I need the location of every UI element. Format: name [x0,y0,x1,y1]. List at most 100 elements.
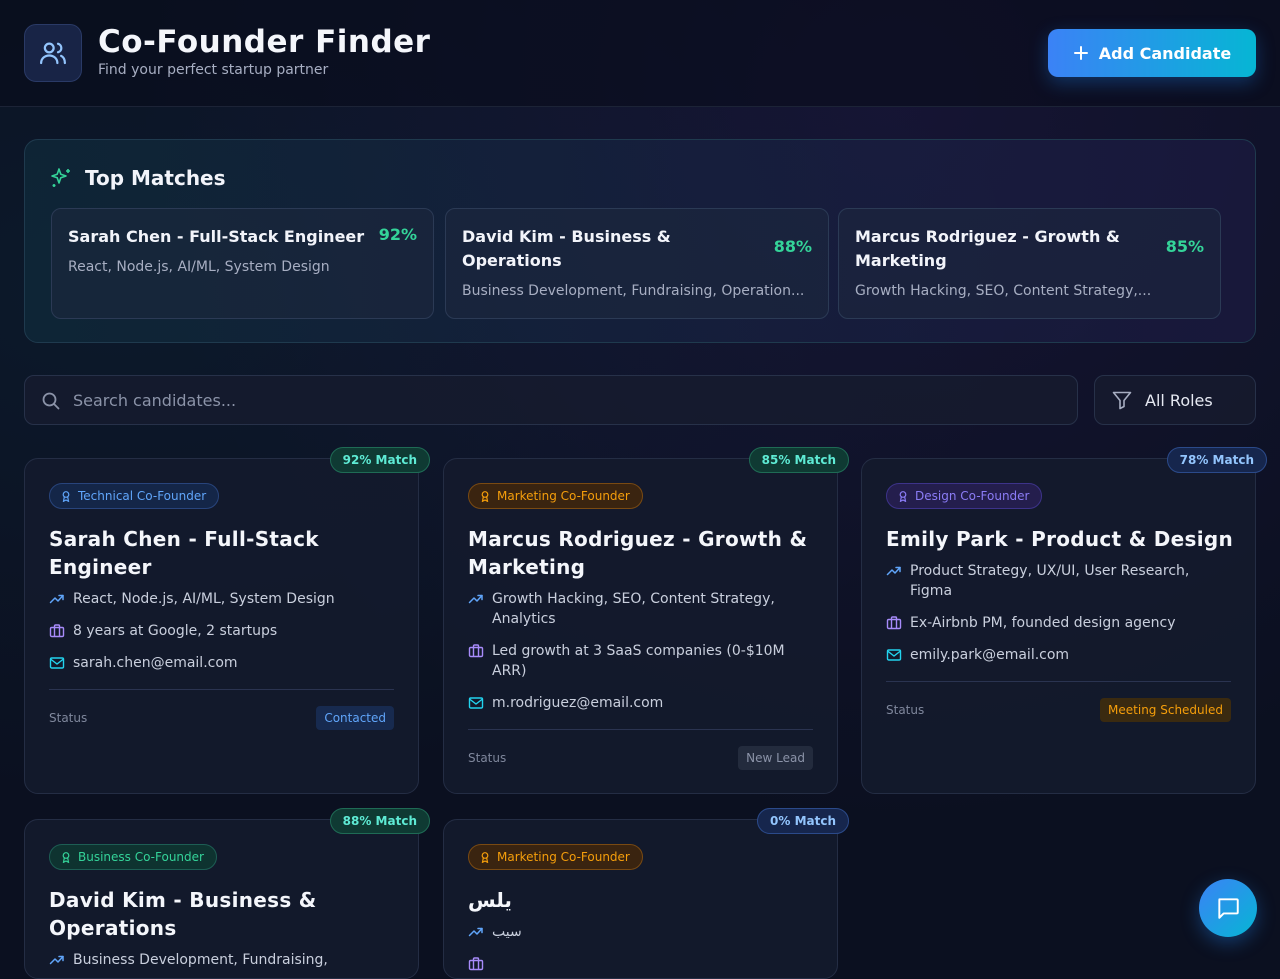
status-badge[interactable]: New Lead [738,746,813,770]
role-badge: Business Co-Founder [49,844,217,870]
candidate-card[interactable]: 92% Match Technical Co-Founder Sarah Che… [24,447,430,794]
award-icon [481,491,489,502]
top-match-percent: 85% [1165,237,1204,256]
skills-row: React, Node.js, AI/ML, System Design [49,589,394,609]
candidate-name: Emily Park - Product & Design [886,527,1234,551]
app-title: Co-Founder Finder [98,24,431,60]
top-match-card[interactable]: Marcus Rodriguez - Growth & Marketing 85… [838,208,1221,319]
divider [49,689,394,690]
award-icon [62,491,70,502]
add-candidate-button[interactable]: Add Candidate [1048,29,1256,77]
match-badge: 88% Match [329,808,430,834]
candidate-card[interactable]: 78% Match Design Co-Founder Emily Park -… [861,447,1267,794]
briefcase-icon [49,624,65,638]
status-badge[interactable]: Meeting Scheduled [1100,698,1231,722]
role-filter-select[interactable]: All Roles [1094,375,1256,425]
filter-icon [1112,391,1132,410]
briefcase-icon [886,616,902,630]
skills-row: Growth Hacking, SEO, Content Strategy, A… [468,589,813,629]
briefcase-icon [468,644,484,658]
candidate-card[interactable]: 0% Match Marketing Co-Founder يلس سيب [443,808,849,979]
users-icon [24,24,82,82]
experience-text: Led growth at 3 SaaS companies (0-$10M A… [492,643,785,679]
top-match-card[interactable]: Sarah Chen - Full-Stack Engineer 92% Rea… [51,208,434,319]
role-badge: Technical Co-Founder [49,483,220,509]
top-matches-title: Top Matches [85,166,226,190]
top-matches-panel: Top Matches Sarah Chen - Full-Stack Engi… [24,139,1256,343]
trending-up-icon [49,955,64,965]
experience-row: Led growth at 3 SaaS companies (0-$10M A… [468,641,813,681]
skills-row: سيب [468,922,813,942]
email-link[interactable]: emily.park@email.com [910,645,1069,665]
status-badge[interactable]: Contacted [316,706,394,730]
trending-up-icon [468,594,483,604]
top-match-skills: Business Development, Fundraising, Opera… [462,283,805,299]
search-input[interactable] [73,376,1053,424]
top-match-name: Marcus Rodriguez - Growth & Marketing [855,227,1120,270]
role-label: Design Co-Founder [915,489,1030,503]
candidate-card[interactable]: 88% Match Business Co-Founder David Kim … [24,808,430,979]
top-match-skills: Growth Hacking, SEO, Content Strategy,..… [855,283,1152,299]
experience-row [468,954,813,972]
skills-text: Business Development, Fundraising, [73,952,328,968]
trending-up-icon [468,927,483,937]
role-filter-label: All Roles [1145,390,1213,410]
role-badge: Marketing Co-Founder [468,844,643,870]
skills-text: Product Strategy, UX/UI, User Research, … [910,563,1190,599]
top-match-card[interactable]: David Kim - Business & Operations 88% Bu… [445,208,829,319]
skills-text: Growth Hacking, SEO, Content Strategy, A… [492,591,775,627]
match-badge: 92% Match [329,447,430,473]
top-match-percent: 88% [773,237,812,256]
experience-row: 8 years at Google, 2 startups [49,621,394,641]
candidate-name: Sarah Chen - Full-Stack Engineer [49,527,319,579]
app-subtitle: Find your perfect startup partner [98,62,329,78]
app-header: Co-Founder Finder Find your perfect star… [0,0,1280,107]
award-icon [899,491,907,502]
mail-icon [49,657,65,669]
top-match-name: Sarah Chen - Full-Stack Engineer [68,227,365,246]
experience-text: 8 years at Google, 2 startups [73,623,278,639]
skills-text: React, Node.js, AI/ML, System Design [73,591,335,607]
status-label: Status [468,751,507,765]
email-link[interactable]: m.rodriguez@email.com [492,693,663,713]
top-match-skills: React, Node.js, AI/ML, System Design [68,259,330,275]
message-square-icon [1218,898,1239,919]
status-label: Status [49,711,88,725]
email-row: emily.park@email.com [886,645,1231,665]
plus-icon [1073,46,1088,60]
role-badge: Marketing Co-Founder [468,483,643,509]
skills-row: Product Strategy, UX/UI, User Research, … [886,561,1231,601]
role-badge: Design Co-Founder [886,483,1043,509]
sparkles-icon [51,168,70,187]
email-link[interactable]: sarah.chen@email.com [73,653,238,673]
role-label: Marketing Co-Founder [497,489,630,503]
search-box [24,375,1078,425]
award-icon [481,852,489,863]
top-match-name: David Kim - Business & Operations [462,227,671,270]
skills-row: Business Development, Fundraising, [49,950,394,970]
mail-icon [468,697,484,709]
match-badge: 0% Match [757,808,849,834]
divider [886,681,1231,682]
add-candidate-label: Add Candidate [1098,43,1232,63]
candidate-name: David Kim - Business & Operations [49,888,317,940]
search-icon [42,392,60,410]
status-label: Status [886,703,925,717]
divider [468,729,813,730]
candidate-card[interactable]: 85% Match Marketing Co-Founder Marcus Ro… [443,447,849,794]
skills-text: سيب [492,924,522,940]
chat-button[interactable] [1199,879,1257,937]
email-row: sarah.chen@email.com [49,653,394,673]
role-label: Technical Co-Founder [78,489,207,503]
experience-row: Ex-Airbnb PM, founded design agency [886,613,1231,633]
experience-text: Ex-Airbnb PM, founded design agency [910,615,1176,631]
top-match-percent: 92% [378,225,417,244]
trending-up-icon [886,566,901,576]
candidate-name: يلس [468,888,512,912]
role-label: Marketing Co-Founder [497,850,630,864]
mail-icon [886,649,902,661]
trending-up-icon [49,594,64,604]
briefcase-icon [468,957,484,971]
role-label: Business Co-Founder [78,850,204,864]
match-badge: 85% Match [748,447,849,473]
